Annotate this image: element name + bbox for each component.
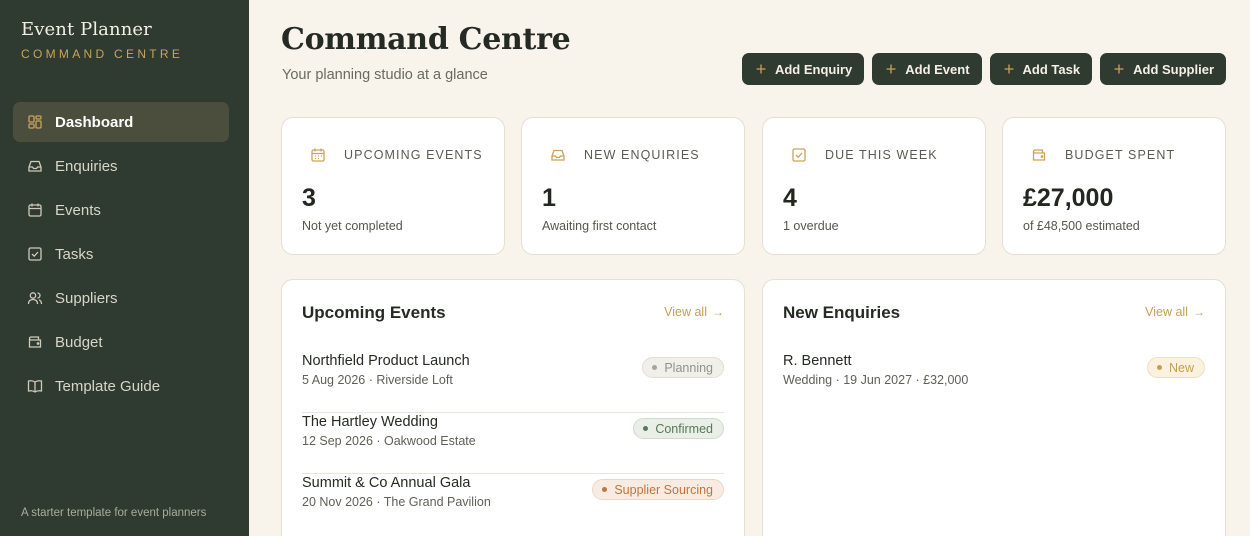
button-label: Add Enquiry xyxy=(774,61,853,77)
sidebar-item-events[interactable]: Events xyxy=(13,190,229,230)
plus-icon xyxy=(1003,63,1015,75)
stat-label: NEW ENQUIRIES xyxy=(584,148,700,162)
sidebar-item-label: Enquiries xyxy=(55,157,118,175)
add-task-button[interactable]: Add Task xyxy=(989,53,1093,85)
status-badge: Confirmed xyxy=(633,418,724,439)
sidebar-item-label: Dashboard xyxy=(55,113,134,131)
checkbox-icon xyxy=(27,246,43,262)
sidebar-item-dashboard[interactable]: Dashboard xyxy=(13,102,229,142)
stat-value: 3 xyxy=(302,184,316,212)
inbox-icon xyxy=(27,158,43,174)
status-dot-icon xyxy=(602,487,608,492)
event-details: 20 Nov 2026 · The Grand Pavilion xyxy=(302,495,491,509)
status-label: New xyxy=(1168,360,1194,375)
plus-icon xyxy=(885,63,897,75)
add-supplier-button[interactable]: Add Supplier xyxy=(1100,53,1226,85)
arrow-right-icon: → xyxy=(712,305,724,319)
event-title: Summit & Co Annual Gala xyxy=(302,475,471,491)
enquiry-name: R. Bennett xyxy=(783,353,852,369)
sidebar-item-enquiries[interactable]: Enquiries xyxy=(13,146,229,186)
checkbox-icon xyxy=(791,147,807,163)
brand-title: Event Planner xyxy=(21,19,152,40)
status-label: Confirmed xyxy=(655,421,713,436)
view-all-events-link[interactable]: View all → xyxy=(664,305,724,319)
page-title: Command Centre xyxy=(281,22,571,57)
stat-value: 4 xyxy=(783,184,797,212)
book-icon xyxy=(27,378,43,394)
event-details: 5 Aug 2026 · Riverside Loft xyxy=(302,373,453,387)
sidebar-item-tasks[interactable]: Tasks xyxy=(13,234,229,274)
upcoming-events-panel: Upcoming Events View all → Northfield Pr… xyxy=(281,279,745,536)
sidebar-item-suppliers[interactable]: Suppliers xyxy=(13,278,229,318)
view-all-label: View all xyxy=(664,305,707,319)
header-actions: Add Enquiry Add Event Add Task Add Suppl… xyxy=(741,53,1226,85)
sidebar-item-template-guide[interactable]: Template Guide xyxy=(13,366,229,406)
sidebar: Event Planner COMMAND CENTRE Dashboard E… xyxy=(0,0,249,536)
wallet-icon xyxy=(1031,147,1047,163)
stat-label: BUDGET SPENT xyxy=(1065,148,1176,162)
view-all-enquiries-link[interactable]: View all → xyxy=(1145,305,1205,319)
add-event-button[interactable]: Add Event xyxy=(872,53,982,85)
stat-card-new-enquiries: NEW ENQUIRIES 1 Awaiting first contact xyxy=(521,117,745,255)
wallet-icon xyxy=(27,334,43,350)
status-badge: Planning xyxy=(642,357,724,378)
panel-title: Upcoming Events xyxy=(302,303,446,322)
stat-card-budget-spent: BUDGET SPENT £27,000 of £48,500 estimate… xyxy=(1002,117,1226,255)
stat-value: £27,000 xyxy=(1023,184,1114,212)
view-all-label: View all xyxy=(1145,305,1188,319)
sidebar-item-budget[interactable]: Budget xyxy=(13,322,229,362)
status-dot-icon xyxy=(1156,365,1162,370)
sidebar-item-label: Budget xyxy=(55,333,103,351)
sidebar-footer: A starter template for event planners xyxy=(21,507,207,519)
add-enquiry-button[interactable]: Add Enquiry xyxy=(741,53,865,85)
sidebar-item-label: Template Guide xyxy=(55,377,161,395)
event-title: The Hartley Wedding xyxy=(302,414,438,430)
users-icon xyxy=(27,290,43,306)
plus-icon xyxy=(1113,63,1125,75)
status-label: Supplier Sourcing xyxy=(614,482,713,497)
stat-label: UPCOMING EVENTS xyxy=(344,148,483,162)
status-dot-icon xyxy=(643,426,649,431)
event-row[interactable]: Northfield Product Launch 5 Aug 2026 · R… xyxy=(302,353,724,413)
stat-card-upcoming-events: UPCOMING EVENTS 3 Not yet completed xyxy=(281,117,505,255)
button-label: Add Event xyxy=(905,61,970,77)
stat-note: Awaiting first contact xyxy=(542,219,657,233)
stat-label: DUE THIS WEEK xyxy=(825,148,938,162)
event-title: Northfield Product Launch xyxy=(302,353,470,369)
sidebar-item-label: Suppliers xyxy=(55,289,118,307)
button-label: Add Task xyxy=(1022,61,1081,77)
event-details: 12 Sep 2026 · Oakwood Estate xyxy=(302,434,476,448)
plus-icon xyxy=(755,63,767,75)
status-badge: Supplier Sourcing xyxy=(592,479,724,500)
event-row[interactable]: Summit & Co Annual Gala 20 Nov 2026 · Th… xyxy=(302,475,724,535)
inbox-icon xyxy=(550,147,566,163)
stat-note: Not yet completed xyxy=(302,219,403,233)
event-row[interactable]: The Hartley Wedding 12 Sep 2026 · Oakwoo… xyxy=(302,414,724,474)
calendar-icon xyxy=(27,202,43,218)
stat-card-due-this-week: DUE THIS WEEK 4 1 overdue xyxy=(762,117,986,255)
sidebar-item-label: Tasks xyxy=(55,245,94,263)
panel-title: New Enquiries xyxy=(783,303,901,322)
enquiry-details: Wedding · 19 Jun 2027 · £32,000 xyxy=(783,373,969,387)
sidebar-nav: Dashboard Enquiries Events Tasks Supplie… xyxy=(13,102,229,410)
status-dot-icon xyxy=(652,365,658,370)
stat-value: 1 xyxy=(542,184,556,212)
status-label: Planning xyxy=(664,360,713,375)
sidebar-item-label: Events xyxy=(55,201,101,219)
new-enquiries-panel: New Enquiries View all → R. Bennett Wedd… xyxy=(762,279,1226,536)
dashboard-grid-icon xyxy=(27,114,43,130)
calendar-icon xyxy=(310,147,326,163)
stat-note: 1 overdue xyxy=(783,219,839,233)
brand-subtitle: COMMAND CENTRE xyxy=(21,47,184,61)
arrow-right-icon: → xyxy=(1193,305,1205,319)
status-badge: New xyxy=(1146,357,1205,378)
page-subtitle: Your planning studio at a glance xyxy=(282,67,488,83)
enquiry-row[interactable]: R. Bennett Wedding · 19 Jun 2027 · £32,0… xyxy=(783,353,1205,413)
button-label: Add Supplier xyxy=(1133,61,1214,77)
stat-note: of £48,500 estimated xyxy=(1023,219,1140,233)
